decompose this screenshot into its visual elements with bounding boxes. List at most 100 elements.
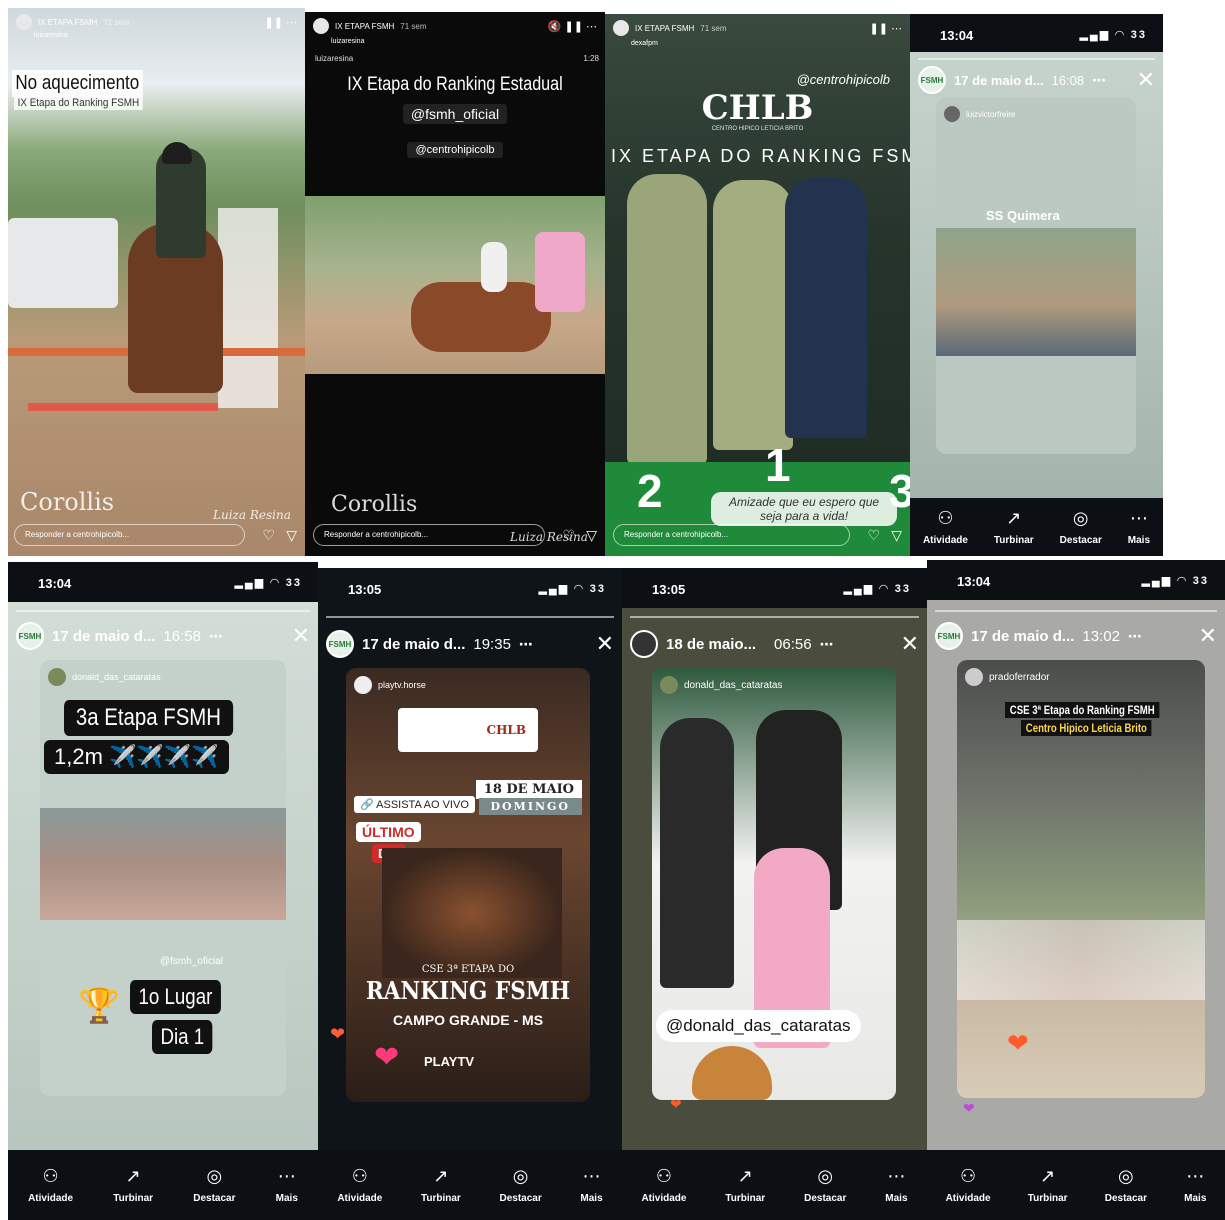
tab-activity[interactable]: ⚇ Atividade <box>641 1166 686 1204</box>
tab-activity[interactable]: ⚇ Atividade <box>337 1166 382 1204</box>
story-panel-2[interactable]: IX ETAPA FSMH 71 sem 🔇 ❚❚ ⋯ luizaresina … <box>305 12 605 556</box>
inner-header: luizvictorfreire <box>944 106 1015 122</box>
tab-more[interactable]: ⋯ Mais <box>1184 1166 1206 1204</box>
trend-icon: ↗ <box>125 1166 141 1186</box>
progress-bar <box>16 610 310 612</box>
activity-icon: ⚇ <box>960 1166 977 1186</box>
jump-standard <box>218 208 278 408</box>
more-icon[interactable]: ⋯ <box>1128 628 1142 645</box>
close-icon[interactable]: ✕ <box>901 631 919 657</box>
story-clock: 06:56 <box>774 635 812 653</box>
tab-highlight[interactable]: ◎ Destacar <box>193 1166 235 1204</box>
video-thumbnail <box>936 228 1136 356</box>
tab-highlight[interactable]: ◎ Destacar <box>1105 1166 1147 1204</box>
inner-header: playtv.horse <box>354 676 426 694</box>
pause-icon[interactable]: ❚❚ ⋯ <box>265 16 298 29</box>
heart-icon[interactable]: ♡ <box>867 527 880 544</box>
tab-activity[interactable]: ⚇ Atividade <box>923 508 968 546</box>
date-label: 18 DE MAIO <box>475 780 582 799</box>
more-icon[interactable]: ⋯ <box>1092 72 1106 89</box>
heart-icon[interactable]: ♡ <box>262 527 275 544</box>
horses-illustration <box>382 848 562 978</box>
story-panel-4[interactable]: 13:04 ▂▄▆ ◠ 33 FSMH 17 de maio d... 16:0… <box>910 14 1163 556</box>
live-button[interactable]: 🔗 ASSISTA AO VIVO <box>354 796 475 813</box>
event-title: RANKING FSMH <box>365 976 571 1005</box>
story-panel-3[interactable]: IX ETAPA FSMH 71 sem ❚❚ ⋯ dexafpm @centr… <box>605 14 910 556</box>
more-icon[interactable]: ⋯ <box>820 636 834 653</box>
send-icon[interactable]: ▽ <box>286 527 297 544</box>
podium-first: 1 <box>765 439 791 491</box>
reply-input[interactable]: Responder a centrohipicolb... <box>613 524 850 546</box>
status-bar: 13:05 ▂▄▆ ◠ 33 <box>318 568 622 608</box>
account-name: IX ETAPA FSMH <box>38 17 98 27</box>
avatar <box>630 630 658 658</box>
rider-photo <box>627 174 707 464</box>
tab-boost[interactable]: ↗ Turbinar <box>994 508 1034 546</box>
reshared-story[interactable]: luizvictorfreire SS Quimera <box>936 98 1136 454</box>
story-age: 71 sem <box>103 17 130 27</box>
trend-icon: ↗ <box>737 1166 753 1186</box>
mute-pause-icon[interactable]: 🔇 ❚❚ ⋯ <box>548 20 597 33</box>
tab-highlight[interactable]: ◎ Destacar <box>499 1166 541 1204</box>
corollis-watermark: Corollis <box>20 488 115 516</box>
tab-highlight[interactable]: ◎ Destacar <box>804 1166 846 1204</box>
mention-sticker[interactable]: @donald_das_cataratas <box>656 1010 861 1042</box>
status-time: 13:04 <box>940 28 974 43</box>
tab-label: Turbinar <box>113 1193 154 1204</box>
tab-more[interactable]: ⋯ Mais <box>1128 508 1150 546</box>
avatar <box>48 668 66 686</box>
reply-input[interactable]: Responder a centrohipicolb... <box>313 524 545 546</box>
reply-input[interactable]: Responder a centrohipicolb... <box>14 524 245 546</box>
close-icon[interactable]: ✕ <box>292 623 310 649</box>
story-header: FSMH 17 de maio d... 16:58 ⋯ ✕ <box>16 620 310 652</box>
tab-boost[interactable]: ↗ Turbinar <box>725 1166 765 1204</box>
story-clock: 16:08 <box>1051 72 1085 88</box>
story-panel-8[interactable]: 13:04 ▂▄▆ ◠ 33 FSMH 17 de maio d... 13:0… <box>927 560 1225 1220</box>
tab-boost[interactable]: ↗ Turbinar <box>113 1166 153 1204</box>
more-icon[interactable]: ⋯ <box>519 636 533 653</box>
reshared-story[interactable]: playtv.horse CHLB 18 DE MAIO DOMINGO 🔗 A… <box>346 668 590 1102</box>
signal-icons: ▂▄▆ ◠ 33 <box>538 583 606 595</box>
tab-label: Atividade <box>28 1193 74 1204</box>
mention-sticker[interactable]: @fsmh_oficial <box>160 956 223 967</box>
mention-sticker[interactable]: @centrohipicolb <box>797 72 890 87</box>
pause-icon[interactable]: ❚❚ ⋯ <box>870 22 903 35</box>
tab-more[interactable]: ⋯ Mais <box>580 1166 602 1204</box>
mention-sticker[interactable]: @fsmh_oficial <box>402 104 508 124</box>
close-icon[interactable]: ✕ <box>1199 623 1217 649</box>
tab-activity[interactable]: ⚇ Atividade <box>28 1166 73 1204</box>
reshared-story[interactable]: donald_das_cataratas @donald_das_catarat… <box>652 668 896 1100</box>
story-panel-5[interactable]: 13:04 ▂▄▆ ◠ 33 FSMH 17 de maio d... 16:5… <box>8 562 318 1220</box>
avatar <box>354 676 372 694</box>
account-name: IX ETAPA FSMH <box>335 21 395 31</box>
tab-highlight[interactable]: ◎ Destacar <box>1060 508 1102 546</box>
tab-boost[interactable]: ↗ Turbinar <box>1028 1166 1068 1204</box>
tab-more[interactable]: ⋯ Mais <box>885 1166 907 1204</box>
tab-boost[interactable]: ↗ Turbinar <box>421 1166 461 1204</box>
tab-activity[interactable]: ⚇ Atividade <box>946 1166 991 1204</box>
close-icon[interactable]: ✕ <box>596 631 614 657</box>
send-icon[interactable]: ▽ <box>891 527 902 544</box>
send-icon[interactable]: ▽ <box>586 527 597 544</box>
story-panel-7[interactable]: 13:05 ▂▄▆ ◠ 33 18 de maio... 06:56 ⋯ ✕ d… <box>622 568 927 1220</box>
heart-icon[interactable]: ♡ <box>562 527 575 544</box>
caption-label: CSE 3ª Etapa do Ranking FSMH <box>1005 702 1160 718</box>
inner-user: pradoferrador <box>989 671 1050 683</box>
inner-header: pradoferrador <box>965 668 1050 686</box>
mention-sticker[interactable]: @centrohipicolb <box>407 142 503 158</box>
day-label: DOMINGO <box>478 798 582 815</box>
more-icon: ⋯ <box>887 1166 906 1186</box>
close-icon[interactable]: ✕ <box>1137 67 1155 93</box>
sub-account: dexafpm <box>631 40 658 47</box>
reshared-story[interactable]: pradoferrador CSE 3ª Etapa do Ranking FS… <box>957 660 1205 1098</box>
story-panel-1[interactable]: IX ETAPA FSMH 71 sem ❚❚ ⋯ luizaresina No… <box>8 8 305 556</box>
reshared-story[interactable]: donald_das_cataratas 3a Etapa FSMH 1,2m … <box>40 660 286 1096</box>
story-panel-6[interactable]: 13:05 ▂▄▆ ◠ 33 FSMH 17 de maio d... 19:3… <box>318 568 622 1220</box>
story-header: FSMH 17 de maio d... 19:35 ⋯ ✕ <box>326 628 614 660</box>
status-bar: 13:04 ▂▄▆ ◠ 33 <box>910 14 1163 54</box>
tab-more[interactable]: ⋯ Mais <box>276 1166 298 1204</box>
event-banner: IX ETAPA DO RANKING FSMH <box>611 146 910 166</box>
flower-decoration <box>535 232 585 312</box>
more-icon[interactable]: ⋯ <box>209 628 223 645</box>
last-day-label: ÚLTIMO <box>356 822 421 842</box>
